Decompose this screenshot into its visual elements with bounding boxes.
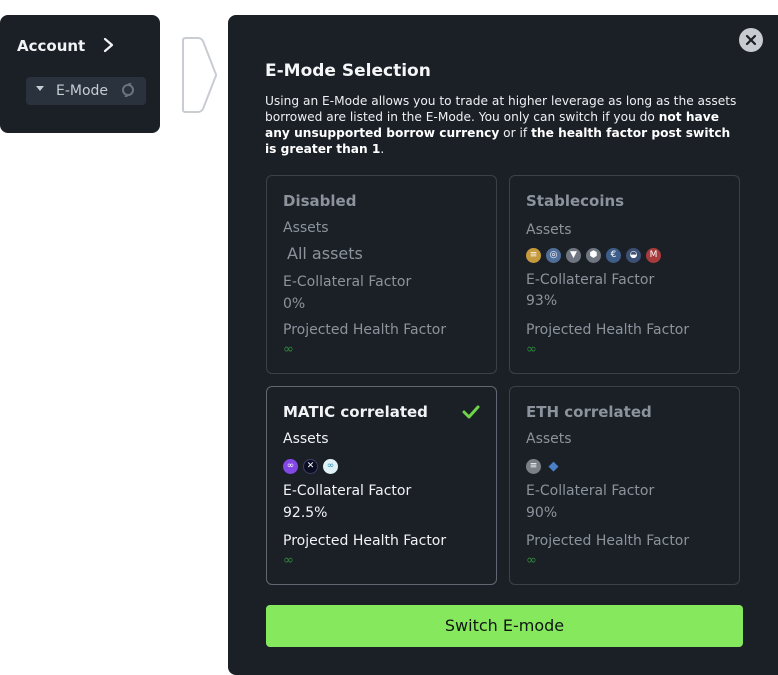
chevron-right-icon[interactable]	[102, 37, 116, 53]
card-title: Disabled	[283, 192, 357, 210]
wsteth-icon: ≡	[526, 459, 541, 474]
matic-icon: ∞	[283, 459, 298, 474]
description-text: or if	[499, 126, 532, 140]
assets-label: Assets	[283, 220, 329, 236]
asset-icons: ≡ ◆	[526, 456, 566, 474]
jeur-icon: M	[646, 248, 661, 263]
close-button[interactable]	[739, 28, 763, 52]
health-factor-label: Projected Health Factor	[526, 533, 690, 549]
emode-card-stablecoins[interactable]: Stablecoins Assets ≡ ◎ ▼ ⬢ € ◒ M E-Collateral …	[509, 175, 740, 374]
asset-icons: ≡ ◎ ▼ ⬢ € ◒ M	[526, 245, 666, 263]
ageur-icon: ◒	[626, 248, 641, 263]
health-factor-label: Projected Health Factor	[283, 533, 447, 549]
emode-selection-modal: E-Mode Selection Using an E-Mode allows …	[228, 15, 778, 675]
card-title: Stablecoins	[526, 192, 625, 210]
health-factor-value: ∞	[283, 342, 294, 357]
swap-icon	[122, 83, 134, 97]
account-title: Account	[17, 37, 86, 55]
arrow-connector-icon	[182, 37, 217, 113]
health-factor-value: ∞	[526, 553, 537, 568]
assets-label: Assets	[283, 431, 329, 447]
description-text: .	[380, 142, 385, 156]
emode-card-disabled[interactable]: Disabled Assets All assets E-Collateral …	[266, 175, 497, 374]
card-title: ETH correlated	[526, 403, 652, 421]
health-factor-value: ∞	[283, 553, 294, 568]
all-assets-text: All assets	[287, 244, 363, 263]
usdc-icon: ◎	[546, 248, 561, 263]
collateral-factor-value: 90%	[526, 505, 558, 521]
stmatic-icon: ✕	[303, 459, 318, 474]
emode-card-matic-correlated[interactable]: MATIC correlated Assets ∞ ✕ ∞ E-Collateral…	[266, 386, 497, 585]
health-factor-label: Projected Health Factor	[283, 322, 447, 338]
account-panel: Account E-Mode	[0, 15, 160, 133]
weth-icon: ◆	[548, 459, 559, 474]
collateral-factor-label: E-Collateral Factor	[526, 272, 655, 288]
collateral-factor-value: 92.5%	[283, 505, 328, 521]
collateral-factor-label: E-Collateral Factor	[283, 274, 412, 290]
modal-description: Using an E-Mode allows you to trade at h…	[265, 93, 743, 157]
eurs-icon: €	[606, 248, 621, 263]
maticx-icon: ∞	[323, 459, 338, 474]
health-factor-label: Projected Health Factor	[526, 322, 690, 338]
assets-label: Assets	[526, 222, 572, 238]
close-icon	[745, 34, 757, 46]
asset-icons: ∞ ✕ ∞	[283, 456, 343, 474]
dai-icon: ≡	[526, 248, 541, 263]
check-icon	[462, 405, 480, 419]
mimatic-icon: ⬢	[586, 248, 601, 263]
card-title: MATIC correlated	[283, 403, 428, 421]
collateral-factor-value: 0%	[283, 296, 306, 312]
collateral-factor-label: E-Collateral Factor	[283, 483, 412, 499]
emode-toggle-button[interactable]: E-Mode	[26, 77, 146, 105]
assets-label: Assets	[526, 431, 572, 447]
caret-down-icon	[36, 86, 44, 91]
collateral-factor-label: E-Collateral Factor	[526, 483, 655, 499]
usdt-icon: ▼	[566, 248, 581, 263]
emode-card-eth-correlated[interactable]: ETH correlated Assets ≡ ◆ E-Collateral Fa…	[509, 386, 740, 585]
emode-pill-label: E-Mode	[56, 83, 109, 99]
modal-title: E-Mode Selection	[265, 61, 431, 81]
collateral-factor-value: 93%	[526, 293, 558, 309]
health-factor-value: ∞	[526, 342, 537, 357]
switch-emode-button[interactable]: Switch E-mode	[266, 605, 743, 647]
